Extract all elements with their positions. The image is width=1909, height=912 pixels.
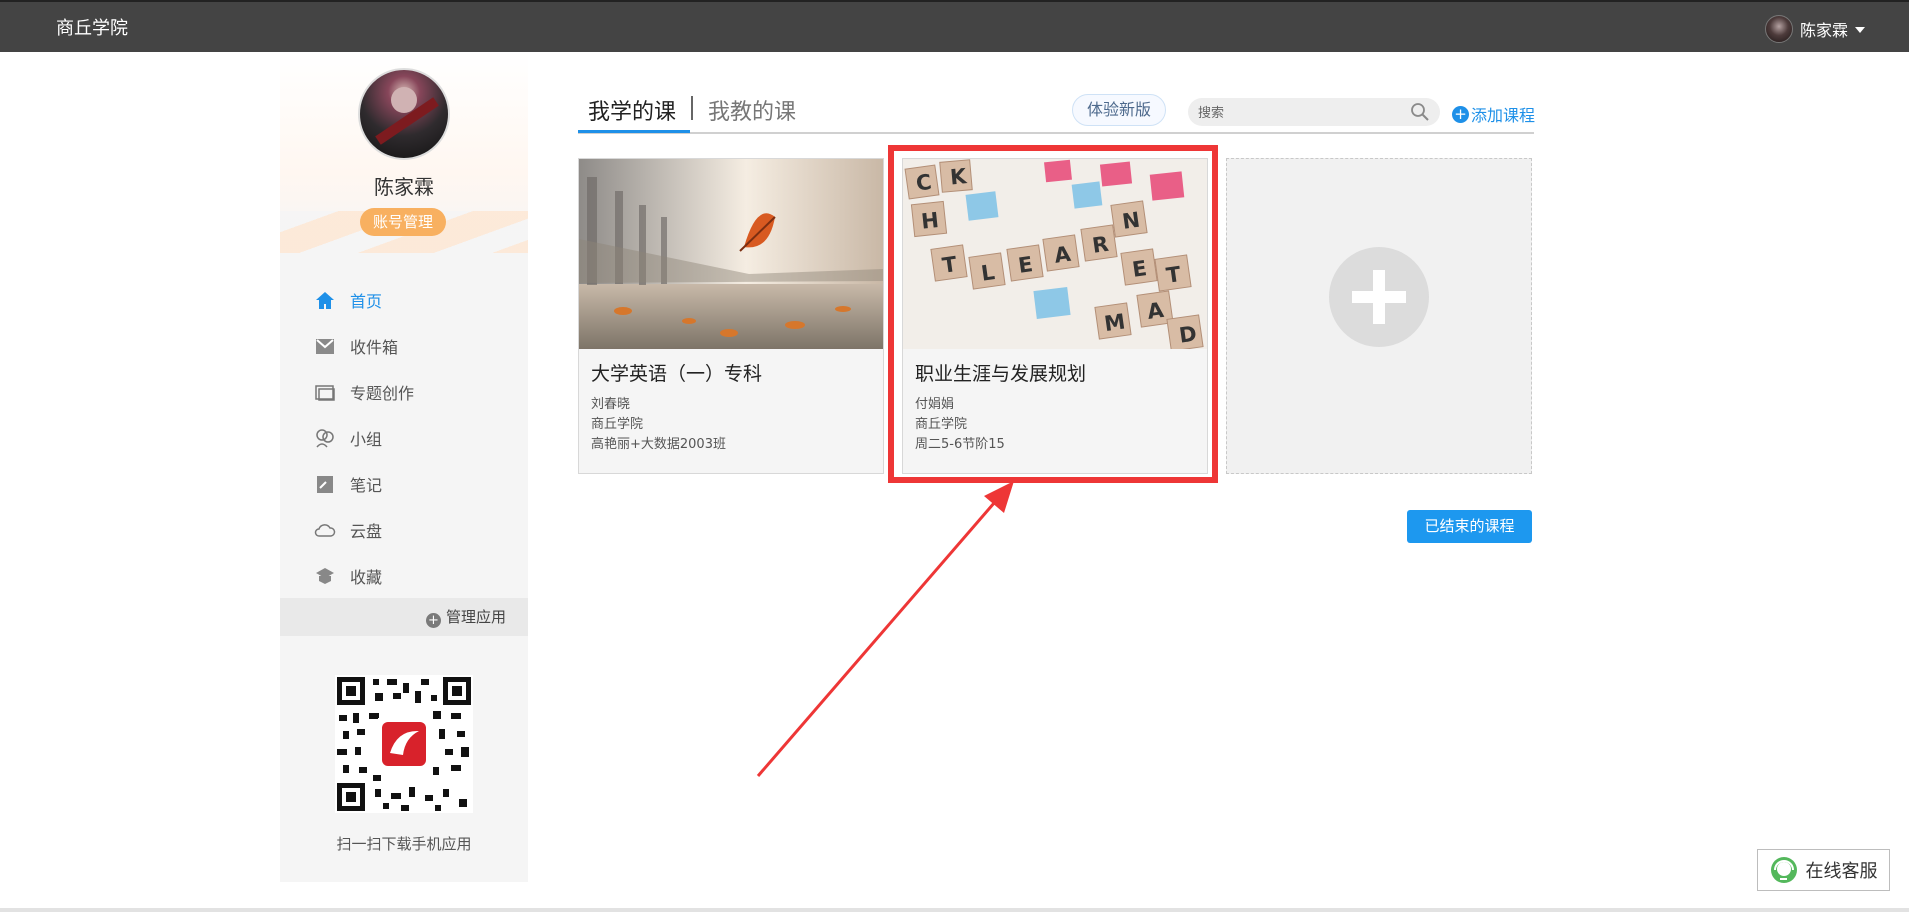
course-title[interactable]: 大学英语（一）专科 (591, 359, 762, 386)
sidebar-item-label: 收藏 (350, 568, 383, 587)
sidebar-item-label: 专题创作 (350, 384, 415, 403)
online-support-button[interactable]: 在线客服 (1757, 849, 1890, 891)
note-icon (314, 473, 336, 495)
add-course-card[interactable] (1226, 158, 1532, 474)
plus-icon: + (425, 613, 441, 628)
tab-my-teaching[interactable]: 我教的课 (708, 94, 796, 126)
sidebar-item-home[interactable]: 首页 (280, 277, 528, 323)
manage-apps-label: 管理应用 (445, 608, 506, 626)
search-icon[interactable] (1410, 102, 1430, 122)
sidebar-item-label: 云盘 (350, 522, 383, 541)
sidebar-item-notes[interactable]: 笔记 (280, 461, 528, 507)
group-icon (314, 427, 336, 449)
sidebar-item-cloud[interactable]: 云盘 (280, 507, 528, 553)
sidebar-item-topic[interactable]: 专题创作 (280, 369, 528, 415)
support-label: 在线客服 (1805, 861, 1878, 882)
header-username: 陈家霖 (1799, 21, 1848, 40)
profile-name: 陈家霖 (374, 175, 434, 199)
cloud-icon (314, 519, 336, 541)
user-menu[interactable]: 陈家霖 (1764, 15, 1865, 43)
sidebar-item-label: 小组 (350, 430, 383, 449)
course-card-english[interactable]: 大学英语（一）专科 刘春晓 商丘学院 高艳丽+大数据2003班 (578, 158, 884, 474)
avatar (1764, 15, 1793, 43)
active-tab-indicator (578, 130, 690, 133)
finished-courses-button[interactable]: 已结束的课程 (1407, 510, 1532, 543)
qr-caption: 扫一扫下载手机应用 (336, 835, 472, 853)
annotation-highlight-box (888, 145, 1218, 483)
sidebar-item-group[interactable]: 小组 (280, 415, 528, 461)
home-icon (314, 289, 336, 311)
search-input[interactable] (1198, 103, 1398, 121)
try-new-version-button[interactable]: 体验新版 (1072, 94, 1166, 126)
course-cover-image (579, 159, 883, 349)
chevron-down-icon (1855, 27, 1865, 33)
top-bar: 商丘学院 陈家霖 (0, 0, 1909, 52)
sidebar-item-inbox[interactable]: 收件箱 (280, 323, 528, 369)
inbox-icon (314, 335, 336, 357)
school-name[interactable]: 商丘学院 (56, 14, 128, 40)
sidebar-menu: 首页 收件箱 专题创作 小组 笔记 云盘 收藏 (280, 277, 528, 599)
sidebar-item-label: 首页 (350, 292, 383, 311)
topic-icon (314, 381, 336, 403)
profile-card: 陈家霖 账号管理 (280, 52, 528, 253)
add-course-button[interactable]: + 添加课程 (1452, 102, 1535, 126)
tab-divider (691, 96, 693, 120)
course-teacher: 刘春晓 (591, 397, 631, 412)
course-class: 高艳丽+大数据2003班 (591, 437, 726, 452)
add-course-label: 添加课程 (1471, 106, 1536, 125)
sidebar-item-label: 收件箱 (350, 338, 399, 357)
plus-icon (1329, 247, 1429, 347)
sidebar-item-favorites[interactable]: 收藏 (280, 553, 528, 599)
account-management-button[interactable]: 账号管理 (360, 208, 446, 236)
sidebar: 陈家霖 账号管理 首页 收件箱 专题创作 小组 笔记 云盘 收藏 + 管理应用 … (280, 52, 528, 882)
course-school: 商丘学院 (591, 417, 644, 432)
profile-avatar[interactable] (358, 68, 450, 160)
customer-service-icon (1770, 856, 1798, 884)
plus-circle-icon: + (1452, 105, 1469, 123)
sidebar-item-label: 笔记 (350, 476, 383, 495)
manage-apps-button[interactable]: + 管理应用 (280, 598, 528, 636)
search-box (1188, 98, 1440, 126)
bottom-border (0, 908, 1909, 912)
tab-my-learning[interactable]: 我学的课 (588, 94, 676, 126)
qr-code (335, 675, 473, 813)
favorite-icon (314, 565, 336, 587)
